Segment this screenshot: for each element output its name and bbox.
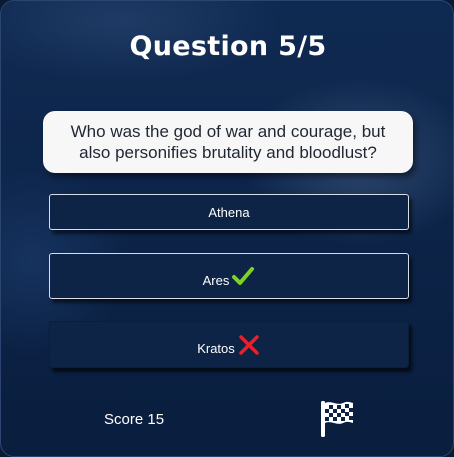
answer-button-kratos[interactable]: Kratos	[49, 321, 409, 368]
question-text: Who was the god of war and courage, but …	[70, 122, 386, 162]
answer-label: Athena	[208, 204, 250, 220]
cross-icon	[239, 334, 259, 355]
question-bubble: Who was the god of war and courage, but …	[43, 111, 413, 173]
answer-label: Ares	[202, 272, 230, 288]
answer-button-ares[interactable]: Ares	[49, 253, 409, 299]
quiz-card: Question 5/5 Who was the god of war and …	[0, 0, 454, 457]
answer-label: Kratos	[197, 341, 235, 356]
check-icon	[232, 267, 255, 285]
answer-button-athena[interactable]: Athena	[49, 194, 409, 230]
checkered-flag-icon[interactable]	[317, 399, 357, 439]
question-counter-title: Question 5/5	[129, 31, 327, 62]
score-label: Score 15	[104, 411, 165, 428]
